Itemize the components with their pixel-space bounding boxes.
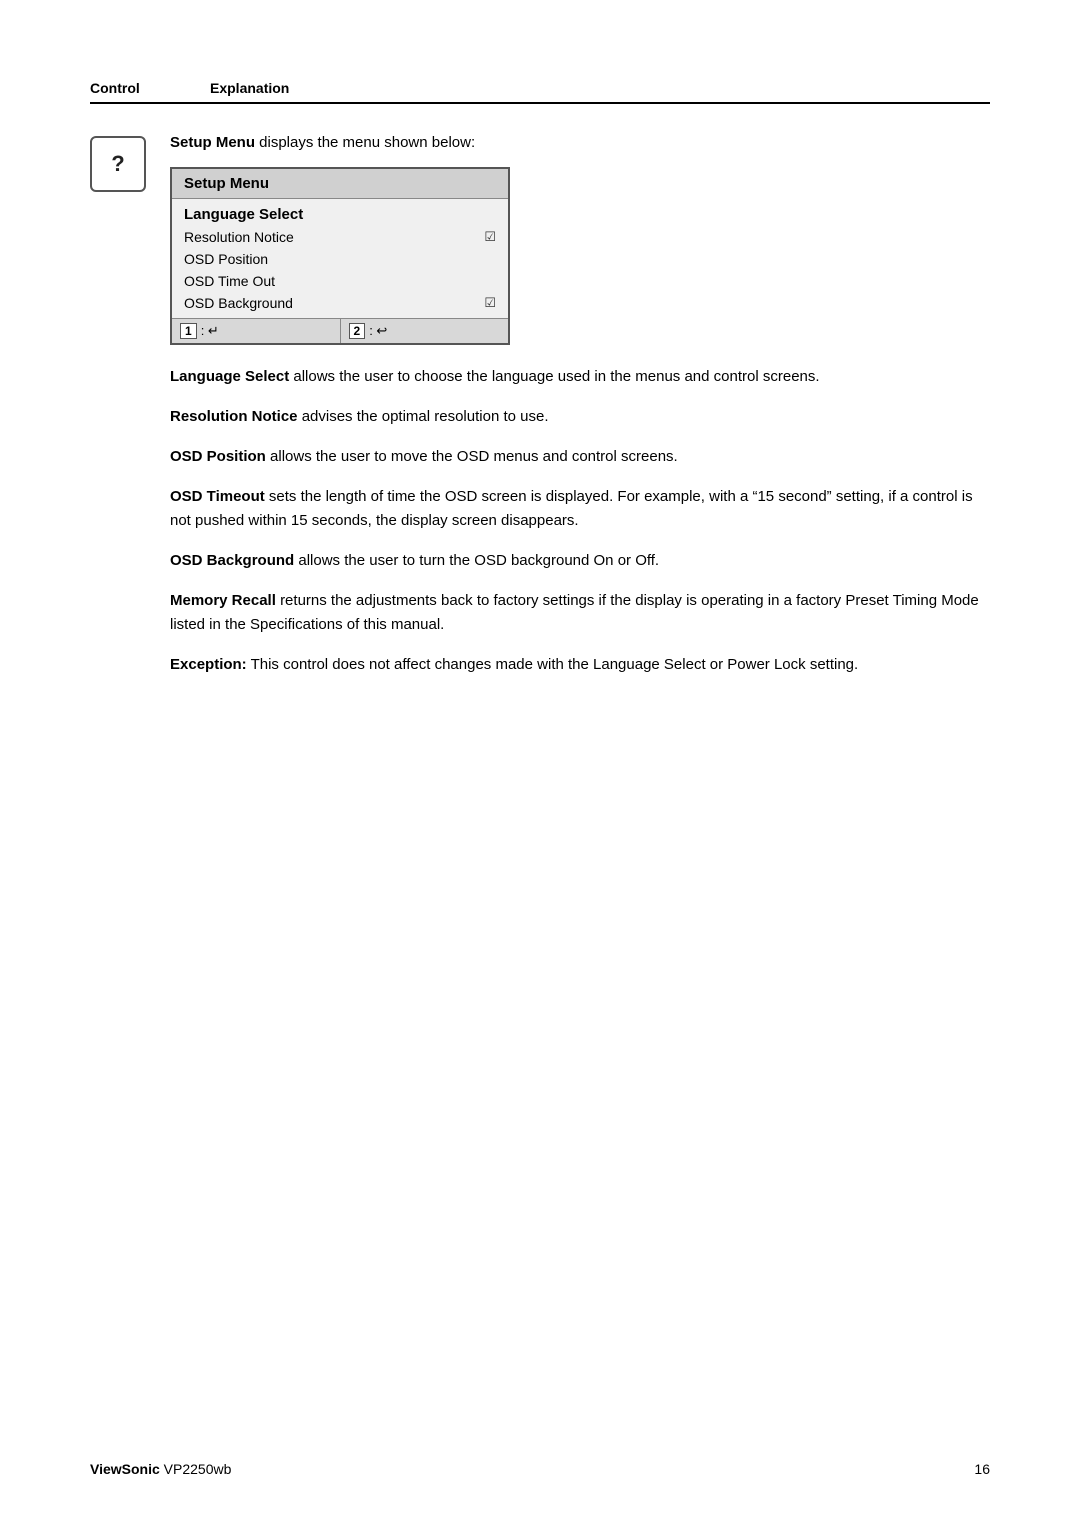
desc-exception: Exception: This control does not affect … xyxy=(170,653,990,677)
page-footer: ViewSonic VP2250wb 16 xyxy=(90,1461,990,1477)
menu-item-label: OSD Time Out xyxy=(184,273,275,289)
desc-bold: Language Select xyxy=(170,368,289,385)
footer-brand: ViewSonic xyxy=(90,1461,160,1477)
header-row: Control Explanation xyxy=(90,80,990,104)
desc-rest: advises the optimal resolution to use. xyxy=(302,408,549,425)
header-explanation-label: Explanation xyxy=(210,80,289,96)
menu-item-osd-position[interactable]: OSD Position xyxy=(172,248,508,270)
check-icon: ☑ xyxy=(484,229,496,245)
descriptions: Language Select allows the user to choos… xyxy=(170,365,990,677)
content-row: ? Setup Menu displays the menu shown bel… xyxy=(90,132,990,693)
footer-btn-1[interactable]: 1 : ↵ xyxy=(172,319,341,343)
check-icon-2: ☑ xyxy=(484,295,496,311)
btn-icon-1: : ↵ xyxy=(201,323,219,339)
menu-item-label: OSD Position xyxy=(184,251,268,267)
header-control-label: Control xyxy=(90,80,210,96)
question-mark-icon: ? xyxy=(111,151,124,177)
menu-item-resolution-notice[interactable]: Resolution Notice ☑ xyxy=(172,226,508,248)
menu-item-label: OSD Background xyxy=(184,295,293,311)
desc-osd-timeout: OSD Timeout sets the length of time the … xyxy=(170,485,990,533)
menu-item-label: Language Select xyxy=(184,206,303,223)
desc-bold: OSD Background xyxy=(170,552,294,569)
desc-language-select: Language Select allows the user to choos… xyxy=(170,365,990,389)
setup-menu-items: Language Select Resolution Notice ☑ OSD … xyxy=(172,199,508,318)
desc-bold: Resolution Notice xyxy=(170,408,298,425)
footer-btn-2[interactable]: 2 : ↩ xyxy=(341,319,509,343)
footer-model: VP2250wb xyxy=(164,1461,232,1477)
desc-bold: OSD Timeout xyxy=(170,488,265,505)
menu-item-osd-background[interactable]: OSD Background ☑ xyxy=(172,292,508,314)
setup-menu-title: Setup Menu xyxy=(172,169,508,199)
footer-page-number: 16 xyxy=(974,1461,990,1477)
footer-brand-model: ViewSonic VP2250wb xyxy=(90,1461,231,1477)
right-content: Setup Menu displays the menu shown below… xyxy=(170,132,990,693)
desc-osd-position: OSD Position allows the user to move the… xyxy=(170,445,990,469)
desc-rest: returns the adjustments back to factory … xyxy=(170,592,979,633)
desc-rest: allows the user to turn the OSD backgrou… xyxy=(298,552,659,569)
desc-bold: Exception: xyxy=(170,656,247,673)
desc-rest: allows the user to choose the language u… xyxy=(293,368,819,385)
desc-rest: This control does not affect changes mad… xyxy=(251,656,859,673)
page: Control Explanation ? Setup Menu display… xyxy=(0,0,1080,1527)
desc-osd-background: OSD Background allows the user to turn t… xyxy=(170,549,990,573)
desc-bold: Memory Recall xyxy=(170,592,276,609)
menu-item-language-select[interactable]: Language Select xyxy=(172,203,508,226)
desc-bold: OSD Position xyxy=(170,448,266,465)
setup-menu-box: Setup Menu Language Select Resolution No… xyxy=(170,167,510,345)
btn-num-1: 1 xyxy=(180,323,197,339)
btn-icon-2: : ↩ xyxy=(369,323,387,339)
intro-bold: Setup Menu xyxy=(170,134,255,151)
desc-rest: sets the length of time the OSD screen i… xyxy=(170,488,973,529)
menu-item-label: Resolution Notice xyxy=(184,229,294,245)
intro-rest: displays the menu shown below: xyxy=(255,134,475,151)
menu-footer: 1 : ↵ 2 : ↩ xyxy=(172,318,508,343)
intro-text: Setup Menu displays the menu shown below… xyxy=(170,132,990,155)
menu-item-osd-time-out[interactable]: OSD Time Out xyxy=(172,270,508,292)
btn-num-2: 2 xyxy=(349,323,366,339)
desc-rest: allows the user to move the OSD menus an… xyxy=(270,448,678,465)
setup-menu-icon: ? xyxy=(90,136,146,192)
desc-memory-recall: Memory Recall returns the adjustments ba… xyxy=(170,589,990,637)
desc-resolution-notice: Resolution Notice advises the optimal re… xyxy=(170,405,990,429)
